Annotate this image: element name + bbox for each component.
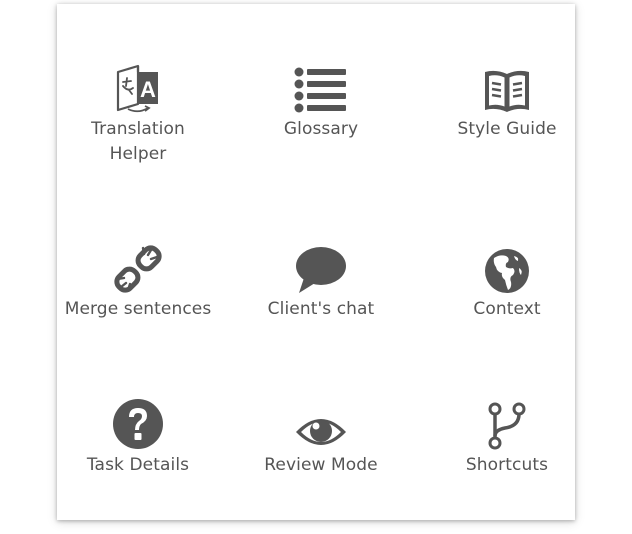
menu-item-task-details[interactable]: Task Details [52, 394, 224, 478]
menu-item-label: Style Guide [457, 119, 557, 139]
menu-item-shortcuts[interactable]: Shortcuts [421, 394, 593, 478]
menu-item-label: Merge sentences [64, 299, 212, 319]
menu-item-label: Glossary [283, 119, 359, 139]
menu-item-translation-helper[interactable]: A Translation Helper [52, 58, 224, 167]
svg-text:A: A [140, 77, 156, 102]
book-icon [483, 58, 531, 114]
menu-item-label: Shortcuts [465, 455, 549, 475]
translation-icon: A [114, 58, 162, 114]
menu-item-label: Translation Helper [91, 119, 185, 164]
menu-item-merge-sentences[interactable]: Merge sentences [52, 238, 224, 322]
code-fork-icon [487, 394, 527, 450]
menu-item-context[interactable]: Context [421, 238, 593, 322]
menu-item-label: Client's chat [267, 299, 375, 319]
list-icon [294, 58, 348, 114]
broken-link-icon [113, 238, 163, 294]
menu-item-glossary[interactable]: Glossary [235, 58, 407, 142]
globe-icon [484, 238, 530, 294]
chat-bubble-icon [295, 238, 347, 294]
eye-icon [294, 394, 348, 450]
question-circle-icon [112, 394, 164, 450]
menu-item-clients-chat[interactable]: Client's chat [235, 238, 407, 322]
menu-item-label: Task Details [86, 455, 190, 475]
menu-item-label: Review Mode [264, 455, 378, 475]
tools-menu-panel: A Translation Helper Glossary Style Guid… [57, 4, 575, 520]
menu-item-style-guide[interactable]: Style Guide [421, 58, 593, 142]
menu-item-review-mode[interactable]: Review Mode [235, 394, 407, 478]
menu-item-label: Context [473, 299, 541, 319]
